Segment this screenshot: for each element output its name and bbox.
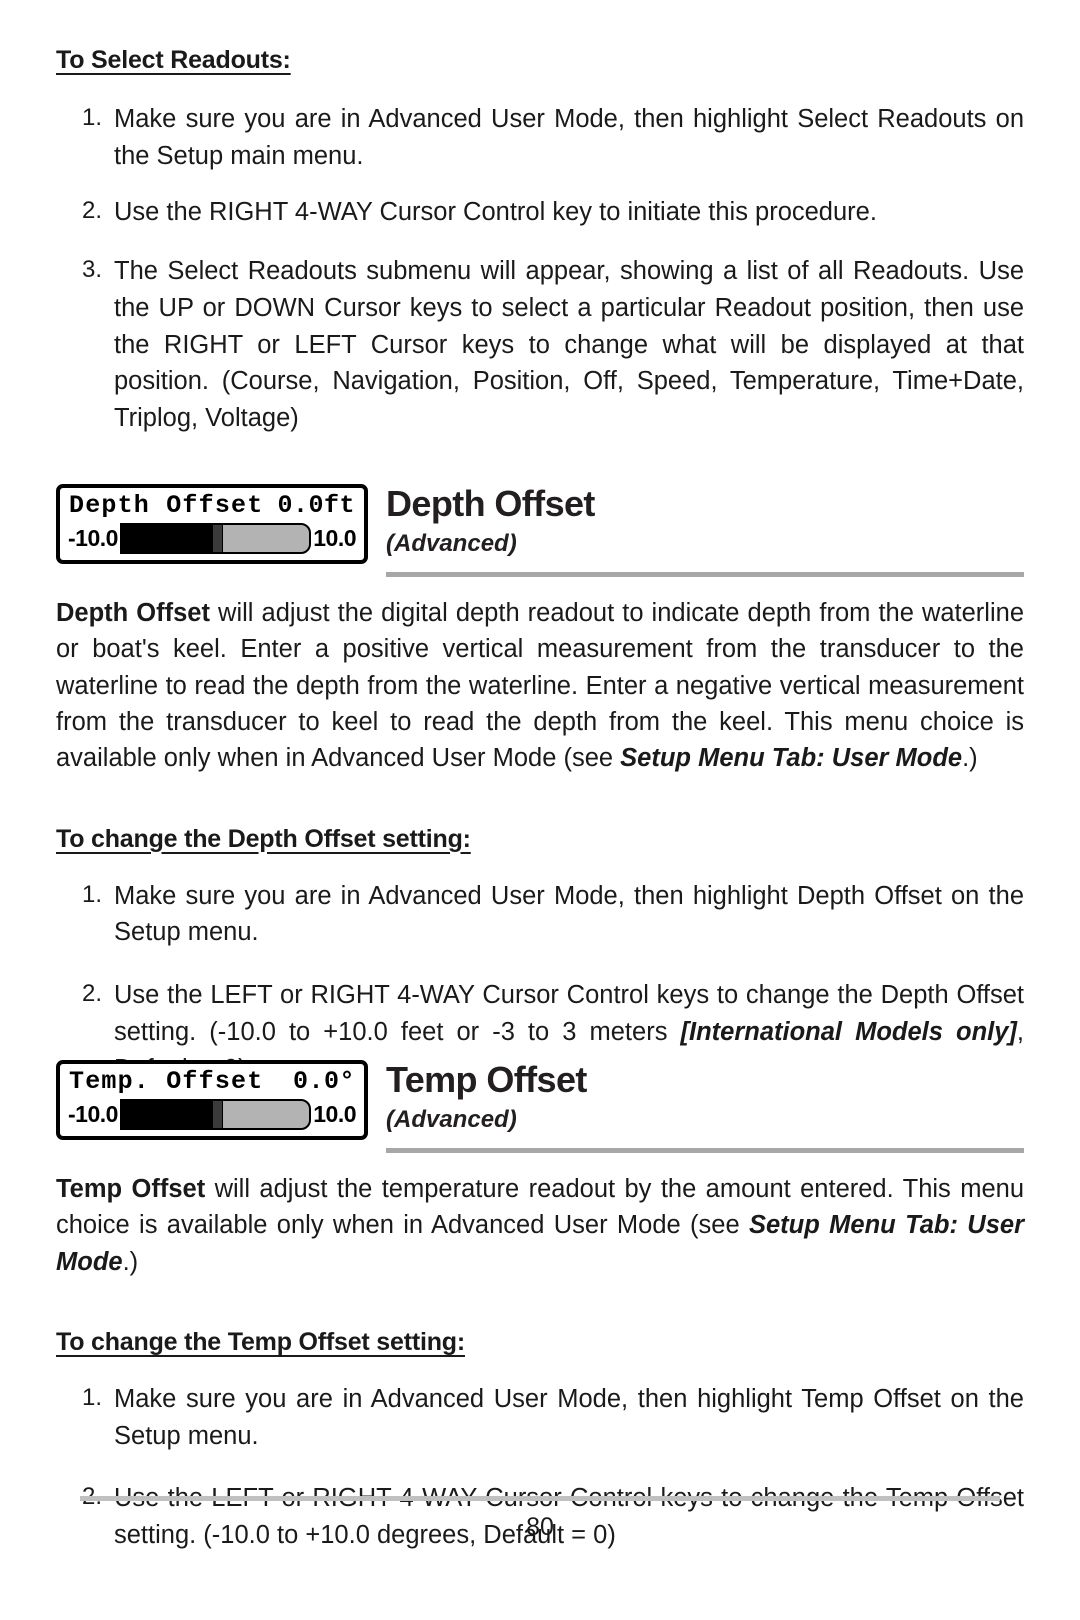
list-item-number: 1. (81, 104, 102, 131)
temp-offset-title: Temp Offset (386, 1059, 587, 1100)
manual-page: To Select Readouts: 1. Make sure you are… (0, 0, 1080, 1620)
list-item-text: Use the RIGHT 4-WAY Cursor Control key t… (114, 198, 877, 227)
select-readouts-section: To Select Readouts: 1. Make sure you are… (56, 46, 1024, 437)
depth-offset-lead-in: Depth Offset (56, 599, 210, 627)
temp-offset-lcd-preview: Temp. Offset 0.0° -10.0 10.0 (56, 1060, 368, 1140)
lcd-value: 0.0ft (277, 491, 355, 520)
lcd-label: Depth Offset (69, 491, 264, 520)
depth-offset-body-tail: .) (962, 744, 978, 773)
lcd-value: 0.0° (292, 1067, 355, 1096)
depth-offset-howto-steps: 1. Make sure you are in Advanced User Mo… (56, 878, 1024, 1088)
temp-offset-lead-in: Temp Offset (56, 1175, 206, 1203)
list-item: 1. Make sure you are in Advanced User Mo… (56, 1381, 1024, 1454)
slider-thumb[interactable] (211, 1101, 223, 1128)
list-item-number: 1. (81, 880, 102, 908)
depth-offset-cross-reference: Setup Menu Tab: User Mode (620, 744, 963, 773)
depth-offset-howto-heading: To change the Depth Offset setting: (56, 824, 471, 853)
temp-offset-howto-heading: To change the Temp Offset setting: (56, 1327, 465, 1356)
slider-thumb[interactable] (211, 525, 223, 552)
list-item: 1. Make sure you are in Advanced User Mo… (56, 101, 1024, 174)
temp-offset-subtitle: (Advanced) (386, 1106, 517, 1133)
list-item: 1. Make sure you are in Advanced User Mo… (56, 878, 1024, 951)
depth-offset-divider (386, 572, 1024, 577)
depth-offset-section: Depth Offset 0.0ft -10.0 10.0 Depth Offs… (56, 484, 1024, 1087)
page-number: 80 (526, 1513, 554, 1541)
temp-offset-feature-header: Temp. Offset 0.0° -10.0 10.0 Temp Offset… (56, 1060, 1024, 1140)
page-footer: 80 (0, 1496, 1080, 1542)
depth-offset-feature-header: Depth Offset 0.0ft -10.0 10.0 Depth Offs… (56, 484, 1024, 564)
temp-offset-description: Temp Offset will adjust the temperature … (56, 1171, 1024, 1280)
list-item-number: 2. (81, 980, 102, 1008)
lcd-min-label: -10.0 (68, 1101, 118, 1127)
depth-offset-title-block: Depth Offset (Advanced) (386, 484, 595, 556)
list-item-number: 1. (81, 1383, 102, 1411)
depth-offset-title: Depth Offset (386, 483, 595, 524)
lcd-title-row: Depth Offset 0.0ft (67, 492, 357, 520)
lcd-max-label: 10.0 (313, 1101, 356, 1127)
international-models-note: [International Models only] (680, 1017, 1017, 1046)
temp-offset-slider[interactable] (119, 1099, 312, 1130)
temp-offset-body-tail: .) (122, 1247, 139, 1276)
lcd-title-row: Temp. Offset 0.0° (67, 1068, 357, 1096)
temp-offset-title-block: Temp Offset (Advanced) (386, 1060, 587, 1132)
lcd-slider-row: -10.0 10.0 (67, 1099, 357, 1130)
select-readouts-heading: To Select Readouts: (56, 46, 291, 74)
slider-fill (121, 1101, 216, 1128)
list-item-text: Make sure you are in Advanced User Mode,… (114, 881, 1024, 947)
list-item-text: The Select Readouts submenu will appear,… (114, 257, 1024, 433)
list-item-text: Make sure you are in Advanced User Mode,… (114, 105, 1024, 170)
temp-offset-divider (386, 1148, 1024, 1153)
list-item-number: 3. (81, 256, 102, 284)
temp-offset-section: Temp. Offset 0.0° -10.0 10.0 Temp Offset… (56, 1060, 1024, 1554)
lcd-max-label: 10.0 (313, 525, 356, 551)
lcd-min-label: -10.0 (68, 525, 118, 551)
list-item: 3. The Select Readouts submenu will appe… (56, 253, 1024, 437)
depth-offset-lcd-preview: Depth Offset 0.0ft -10.0 10.0 (56, 484, 368, 564)
slider-fill (121, 525, 216, 552)
list-item-number: 2. (81, 197, 102, 225)
depth-offset-slider[interactable] (119, 523, 312, 554)
lcd-slider-row: -10.0 10.0 (67, 523, 357, 554)
depth-offset-description: Depth Offset will adjust the digital dep… (56, 595, 1024, 777)
depth-offset-subtitle: (Advanced) (386, 530, 517, 557)
list-item: 2. Use the RIGHT 4-WAY Cursor Control ke… (56, 194, 1024, 231)
lcd-label: Temp. Offset (69, 1067, 264, 1096)
select-readouts-steps: 1. Make sure you are in Advanced User Mo… (56, 101, 1024, 437)
list-item-text: Make sure you are in Advanced User Mode,… (114, 1384, 1024, 1450)
